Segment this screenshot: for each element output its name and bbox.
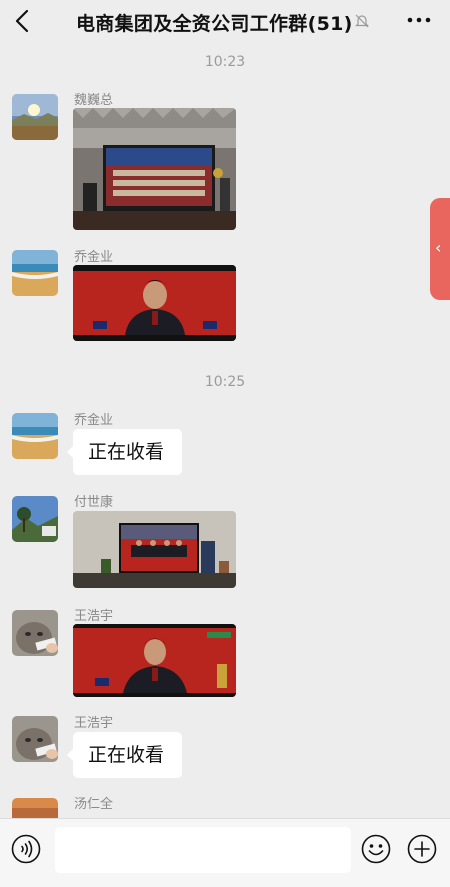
image-message[interactable] <box>73 108 236 230</box>
composer-bar <box>0 818 450 887</box>
more-dots-icon[interactable] <box>406 10 432 30</box>
sender-name: 乔金业 <box>74 413 114 428</box>
avatar-cat[interactable] <box>12 610 58 656</box>
text-bubble[interactable]: 正在收看 <box>67 429 182 475</box>
sender-name: 王浩宇 <box>74 716 114 731</box>
timestamp: 10:25 <box>204 374 246 390</box>
image-message[interactable] <box>73 265 236 341</box>
avatar-sunset[interactable] <box>12 798 58 818</box>
voice-icon[interactable] <box>11 834 41 864</box>
avatar-beach[interactable] <box>12 413 58 459</box>
text-bubble[interactable]: 正在收看 <box>67 732 182 778</box>
image-message[interactable] <box>73 511 236 588</box>
sender-name: 魏巍总 <box>74 93 114 108</box>
plus-icon[interactable] <box>407 834 437 864</box>
avatar-mountain-tree[interactable] <box>12 496 58 542</box>
timestamp: 10:23 <box>204 54 246 70</box>
sender-name: 王浩宇 <box>74 609 114 624</box>
chat-header: 电商集团及全资公司工作群(51) <box>0 0 450 44</box>
avatar-beach[interactable] <box>12 250 58 296</box>
chat-title: 电商集团及全资公司工作群(51) <box>76 13 353 35</box>
chevron-left-icon: ‹ <box>435 238 442 257</box>
sender-name: 付世康 <box>74 495 114 510</box>
sender-name: 乔金业 <box>74 250 114 265</box>
image-message[interactable] <box>73 624 236 697</box>
sender-name: 汤仁全 <box>74 797 114 812</box>
side-drawer-tab[interactable]: ‹ <box>430 198 450 300</box>
emoji-icon[interactable] <box>361 834 391 864</box>
avatar-cat[interactable] <box>12 716 58 762</box>
avatar-landscape[interactable] <box>12 94 58 140</box>
bell-muted-icon <box>355 14 369 28</box>
back-arrow-icon[interactable] <box>12 8 34 34</box>
message-input[interactable] <box>55 827 351 873</box>
